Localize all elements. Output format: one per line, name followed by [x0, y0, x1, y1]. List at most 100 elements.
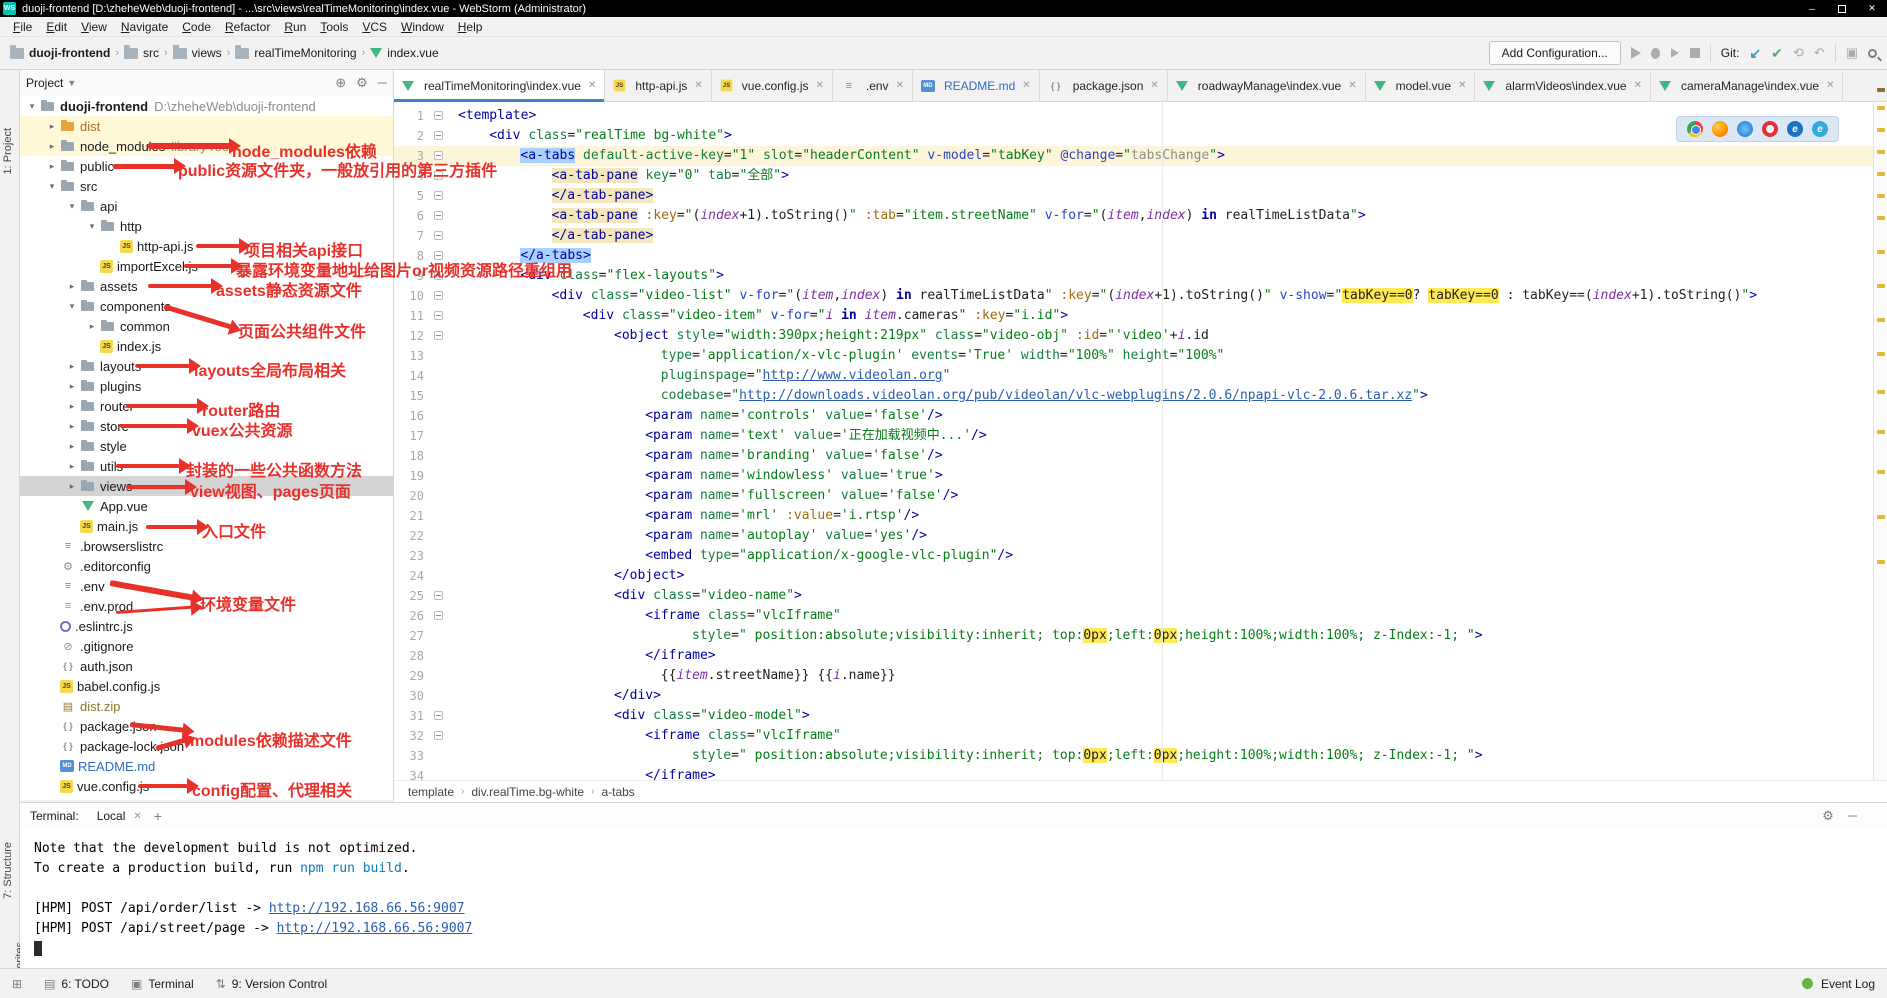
tree-item-plugins[interactable]: ▸plugins — [20, 376, 393, 396]
stripe-mark[interactable] — [1877, 352, 1885, 356]
stripe-mark[interactable] — [1877, 515, 1885, 519]
project-panel-header[interactable]: Project ▼ ⊕ ⚙ ─ — [20, 70, 393, 96]
menu-help[interactable]: Help — [451, 18, 490, 36]
run-icon[interactable] — [1631, 47, 1641, 59]
tree-item-readme-md[interactable]: MDREADME.md — [20, 756, 393, 776]
stripe-mark[interactable] — [1877, 390, 1885, 394]
terminal-tab-local[interactable]: Local — [93, 809, 130, 823]
tree-item-views[interactable]: ▸views — [20, 476, 393, 496]
close-window-icon[interactable]: ✕ — [1857, 0, 1887, 17]
chevron-down-icon[interactable]: ▼ — [67, 78, 76, 88]
chrome-icon[interactable] — [1687, 121, 1703, 137]
tree-item-router[interactable]: ▸router — [20, 396, 393, 416]
toolwindow-switcher-icon[interactable]: ⊞ — [12, 977, 22, 991]
statusbar-todo[interactable]: ▤6: TODO — [44, 977, 109, 991]
stop-icon[interactable] — [1690, 48, 1700, 58]
tree-item-layouts[interactable]: ▸layouts — [20, 356, 393, 376]
close-icon[interactable]: ✕ — [694, 80, 702, 91]
stripe-mark[interactable] — [1877, 194, 1885, 198]
safari-icon[interactable] — [1737, 121, 1753, 137]
hide-panel-icon[interactable]: ─ — [378, 75, 387, 91]
locate-file-icon[interactable]: ⊕ — [335, 75, 346, 91]
tree-item-babel-config-js[interactable]: JSbabel.config.js — [20, 676, 393, 696]
breadcrumb-item[interactable]: div.realTime.bg-white — [471, 785, 584, 799]
tab-cameramanage-index-vue[interactable]: cameraManage\index.vue✕ — [1651, 70, 1843, 101]
tree-item-api[interactable]: ▾api — [20, 196, 393, 216]
search-icon[interactable] — [1868, 49, 1877, 58]
tree-item-auth-json[interactable]: { }auth.json — [20, 656, 393, 676]
tree-item-src[interactable]: ▾src — [20, 176, 393, 196]
tree-item-dist[interactable]: ▸dist — [20, 116, 393, 136]
code-editor[interactable]: 1<template>2<div class="realTime bg-whit… — [394, 102, 1873, 780]
add-configuration-button[interactable]: Add Configuration... — [1489, 41, 1621, 65]
breadcrumb-item[interactable]: views — [173, 46, 222, 60]
menu-window[interactable]: Window — [394, 18, 451, 36]
tree-item-style[interactable]: ▸style — [20, 436, 393, 456]
statusbar-event-log[interactable]: Event Log — [1802, 977, 1875, 991]
tree-item-store[interactable]: ▸store — [20, 416, 393, 436]
tree-item-public[interactable]: ▸public — [20, 156, 393, 176]
error-stripe[interactable] — [1873, 102, 1887, 780]
close-icon[interactable]: ✕ — [1826, 80, 1834, 91]
close-icon[interactable]: ✕ — [588, 80, 596, 91]
tree-item-utils[interactable]: ▸utils — [20, 456, 393, 476]
tab-alarmvideos-index-vue[interactable]: alarmVideos\index.vue✕ — [1475, 70, 1651, 101]
menu-file[interactable]: File — [6, 18, 39, 36]
tree-item-http[interactable]: ▾http — [20, 216, 393, 236]
tab-roadwaymanage-index-vue[interactable]: roadwayManage\index.vue✕ — [1168, 70, 1366, 101]
run-anything-icon[interactable]: ▣ — [1846, 45, 1858, 61]
menu-navigate[interactable]: Navigate — [114, 18, 175, 36]
tab-http-api-js[interactable]: JShttp-api.js✕ — [605, 70, 711, 101]
breadcrumb-item[interactable]: duoji-frontend — [10, 46, 110, 60]
close-icon[interactable]: ✕ — [1458, 80, 1466, 91]
menu-view[interactable]: View — [74, 18, 114, 36]
menu-vcs[interactable]: VCS — [355, 18, 394, 36]
minimize-icon[interactable]: ─ — [1797, 0, 1827, 17]
tree-item-app-vue[interactable]: App.vue — [20, 496, 393, 516]
stripe-mark[interactable] — [1877, 470, 1885, 474]
menu-tools[interactable]: Tools — [313, 18, 355, 36]
tab-readme-md[interactable]: MDREADME.md✕ — [913, 70, 1040, 101]
menu-edit[interactable]: Edit — [39, 18, 74, 36]
stripe-mark[interactable] — [1877, 150, 1885, 154]
tree-item-http-api-js[interactable]: JShttp-api.js — [20, 236, 393, 256]
stripe-mark[interactable] — [1877, 318, 1885, 322]
git-update-icon[interactable]: ↙ — [1749, 45, 1761, 62]
close-icon[interactable]: ✕ — [133, 811, 141, 822]
stripe-mark[interactable] — [1877, 106, 1885, 110]
opera-icon[interactable] — [1762, 121, 1778, 137]
tree-item-vue-config-js[interactable]: JSvue.config.js — [20, 776, 393, 796]
hide-panel-icon[interactable]: ─ — [1848, 808, 1857, 824]
stripe-mark[interactable] — [1877, 560, 1885, 564]
tree-item-duoji-frontend[interactable]: ▾duoji-frontendD:\zheheWeb\duoji-fronten… — [20, 96, 393, 116]
breadcrumb-item[interactable]: a-tabs — [601, 785, 634, 799]
terminal-output[interactable]: Note that the development build is not o… — [20, 829, 1887, 959]
menu-run[interactable]: Run — [277, 18, 313, 36]
gear-icon[interactable]: ⚙ — [1822, 808, 1834, 824]
new-terminal-icon[interactable]: + — [154, 808, 162, 824]
edge-icon[interactable]: e — [1812, 121, 1828, 137]
tab-vue-config-js[interactable]: JSvue.config.js✕ — [712, 70, 833, 101]
debug-icon[interactable] — [1651, 48, 1660, 59]
tree-item-index-js[interactable]: JSindex.js — [20, 336, 393, 356]
tab-model-vue[interactable]: model.vue✕ — [1366, 70, 1476, 101]
tree-item-package-json[interactable]: { }package.json — [20, 716, 393, 736]
tree-item-components[interactable]: ▾components — [20, 296, 393, 316]
tab-package-json[interactable]: { }package.json✕ — [1040, 70, 1168, 101]
tree-item-package-lock-json[interactable]: { }package-lock.json — [20, 736, 393, 756]
toolwindow-structure-button[interactable]: 7: Structure — [2, 842, 14, 899]
breadcrumb-item[interactable]: src — [124, 46, 159, 60]
close-icon[interactable]: ✕ — [1150, 80, 1158, 91]
tree-item--eslintrc-js[interactable]: .eslintrc.js — [20, 616, 393, 636]
tree-item-node-modules[interactable]: ▸node_moduleslibrary root — [20, 136, 393, 156]
tree-item--gitignore[interactable]: ⊘.gitignore — [20, 636, 393, 656]
statusbar-terminal[interactable]: ▣Terminal — [131, 977, 194, 991]
toolwindow-project-button[interactable]: 1: Project — [2, 128, 14, 174]
tree-item-main-js[interactable]: JSmain.js — [20, 516, 393, 536]
breadcrumb-item[interactable]: template — [408, 785, 454, 799]
firefox-icon[interactable] — [1712, 121, 1728, 137]
breadcrumb-item[interactable]: index.vue — [370, 46, 438, 60]
menu-refactor[interactable]: Refactor — [218, 18, 277, 36]
close-icon[interactable]: ✕ — [1634, 80, 1642, 91]
stripe-mark[interactable] — [1877, 250, 1885, 254]
